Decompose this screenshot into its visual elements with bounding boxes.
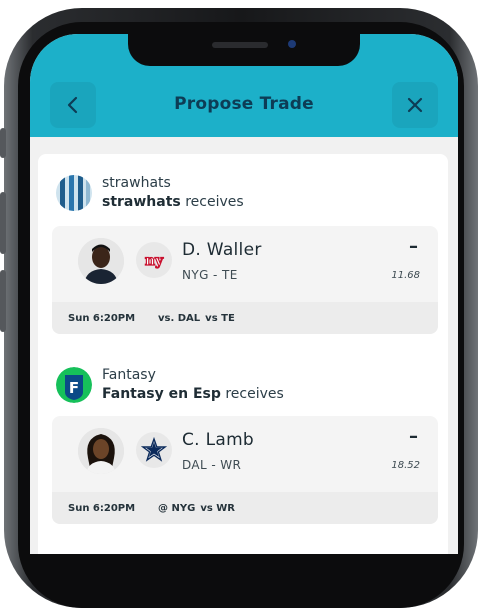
volume-down-button <box>0 270 6 332</box>
party-text: Fantasy Fantasy en Esp receives <box>102 366 284 404</box>
app-screen: Propose Trade strawhats strawhats receiv <box>30 34 458 554</box>
player-rank: – <box>409 236 418 257</box>
opponent-rank: vs WR <box>200 502 235 514</box>
player-team-position: DAL - WR <box>182 458 242 472</box>
receiving-team: Fantasy en Esp <box>102 386 221 402</box>
player-name[interactable]: D. Waller <box>182 240 262 260</box>
team-name: Fantasy <box>102 367 156 383</box>
player-headshot <box>78 428 124 474</box>
mute-switch <box>0 128 6 158</box>
player-card[interactable]: C. Lamb DAL - WR – 18.52 Sun 6:20PM @ NY… <box>52 416 438 524</box>
player-team-position: NYG - TE <box>182 268 238 282</box>
player-name[interactable]: C. Lamb <box>182 430 254 450</box>
volume-up-button <box>0 192 6 254</box>
opponent-rank: vs TE <box>205 312 235 324</box>
receives-suffix: receives <box>180 194 244 210</box>
header-bar: Propose Trade <box>30 34 458 137</box>
player-rank: – <box>409 426 418 447</box>
svg-text:F: F <box>69 379 79 397</box>
trade-party: F Fantasy Fantasy en Esp receives <box>56 366 284 404</box>
player-points: 11.68 <box>391 270 420 281</box>
trade-party: strawhats strawhats receives <box>56 174 244 212</box>
receives-label: strawhats receives <box>102 193 244 212</box>
cowboys-star-logo <box>136 432 172 468</box>
player-card[interactable]: ny D. Waller NYG - TE – 11.68 Sun 6:20PM… <box>52 226 438 334</box>
game-info: Sun 6:20PM @ NYG vs WR <box>52 492 438 524</box>
party-text: strawhats strawhats receives <box>102 174 244 212</box>
player-main: ny D. Waller NYG - TE – 11.68 <box>52 226 438 302</box>
speaker-grille <box>212 42 268 48</box>
player-headshot <box>78 238 124 284</box>
game-info: Sun 6:20PM vs. DAL vs TE <box>52 302 438 334</box>
game-time: Sun 6:20PM <box>68 312 136 324</box>
receives-label: Fantasy en Esp receives <box>102 385 284 404</box>
receives-suffix: receives <box>220 386 284 402</box>
matchup: @ NYG <box>158 502 196 514</box>
svg-text:ny: ny <box>145 253 164 269</box>
receiving-team: strawhats <box>102 194 181 210</box>
striped-team-avatar <box>56 175 92 211</box>
fantasy-f-avatar: F <box>56 367 92 403</box>
player-points: 18.52 <box>391 460 420 471</box>
notch <box>128 34 360 66</box>
team-name: strawhats <box>102 175 171 191</box>
player-main: C. Lamb DAL - WR – 18.52 <box>52 416 438 492</box>
trade-card: strawhats strawhats receives ny D. Walle… <box>38 154 448 554</box>
front-camera <box>288 40 296 48</box>
close-icon <box>407 97 423 113</box>
close-button[interactable] <box>392 82 438 128</box>
game-time: Sun 6:20PM <box>68 502 136 514</box>
matchup: vs. DAL <box>158 312 201 324</box>
giants-logo: ny <box>136 242 172 278</box>
